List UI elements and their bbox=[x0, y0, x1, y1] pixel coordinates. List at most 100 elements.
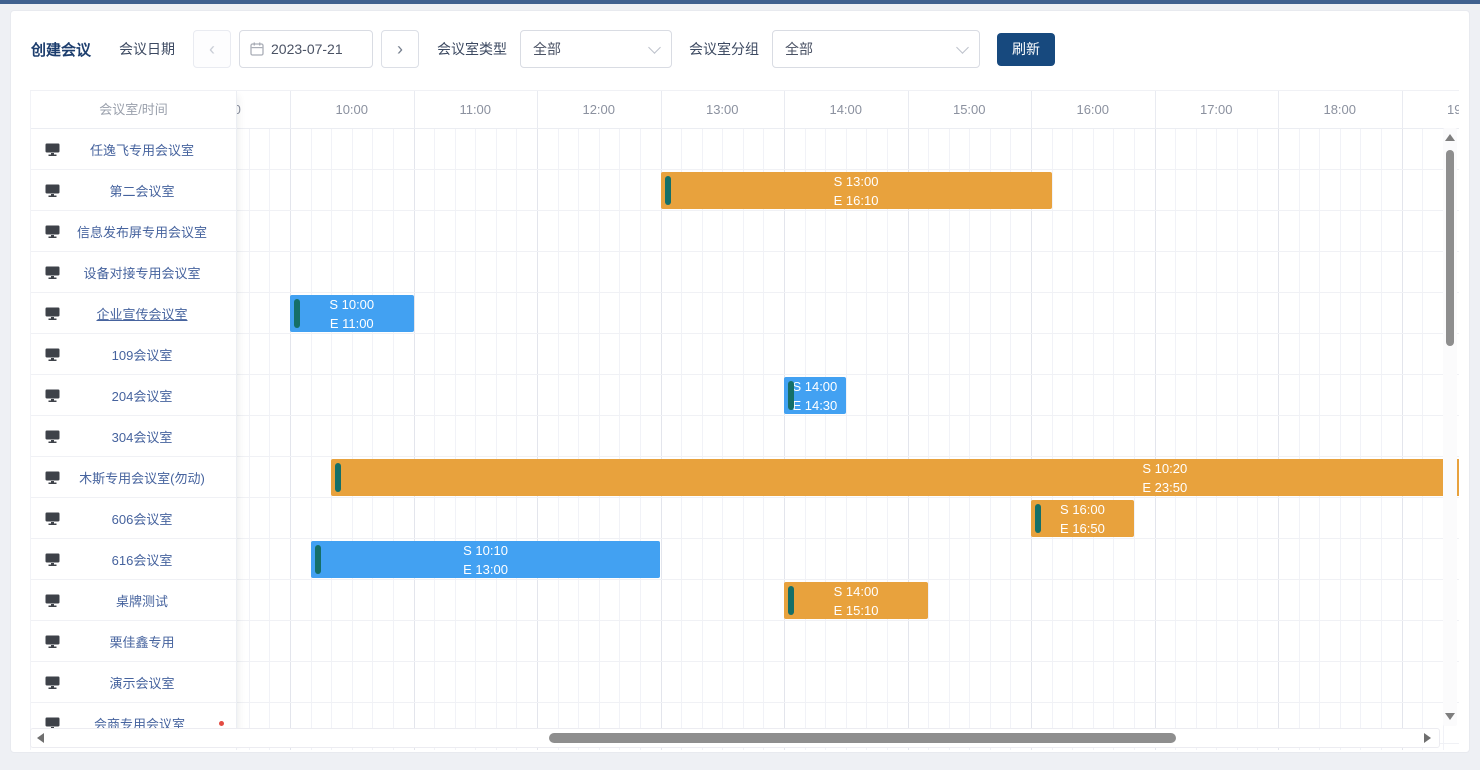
bar-end-time: E 13:00 bbox=[311, 560, 661, 579]
room-name-link[interactable]: 演示会议室 bbox=[60, 673, 224, 692]
calendar-icon bbox=[250, 42, 264, 56]
room-type-select[interactable]: 全部 bbox=[520, 30, 672, 68]
room-name-link[interactable]: 信息发布屏专用会议室 bbox=[60, 222, 224, 241]
meeting-bar[interactable]: S 16:00E 16:50 bbox=[1031, 500, 1134, 537]
meeting-bar[interactable]: S 14:00E 14:30 bbox=[784, 377, 846, 414]
chevron-left-icon: ‹ bbox=[209, 40, 215, 58]
monitor-icon bbox=[45, 594, 60, 607]
hour-divider-line bbox=[1155, 91, 1156, 128]
room-row: 第二会议室 bbox=[31, 170, 236, 211]
room-name-link[interactable]: 204会议室 bbox=[60, 386, 224, 405]
room-name-link[interactable]: 304会议室 bbox=[60, 427, 224, 446]
hour-divider-line bbox=[661, 91, 662, 128]
room-row: 616会议室 bbox=[31, 539, 236, 580]
timeline-row bbox=[30, 293, 1459, 334]
bar-end-time: E 23:50 bbox=[331, 478, 1459, 497]
room-name-link[interactable]: 木斯专用会议室(勿动) bbox=[60, 468, 224, 487]
room-row: 任逸飞专用会议室 bbox=[31, 129, 236, 170]
bar-resize-handle[interactable] bbox=[788, 586, 794, 615]
hour-divider-line bbox=[1402, 91, 1403, 128]
refresh-button[interactable]: 刷新 bbox=[997, 33, 1055, 66]
hour-divider-line bbox=[908, 91, 909, 128]
room-row: 204会议室 bbox=[31, 375, 236, 416]
horizontal-scroll-thumb[interactable] bbox=[549, 733, 1176, 743]
time-header-label: 11:00 bbox=[414, 91, 538, 129]
monitor-icon bbox=[45, 225, 60, 238]
toolbar: 创建会议 会议日期 ‹ 2023-07-21 › 会议室类型 全部 会议室分组 … bbox=[11, 11, 1469, 87]
corner-header: 会议室/时间 bbox=[31, 91, 236, 129]
time-header-label: 16:00 bbox=[1031, 91, 1155, 129]
meeting-bar[interactable]: S 14:00E 15:10 bbox=[784, 582, 928, 619]
monitor-icon bbox=[45, 348, 60, 361]
bar-end-time: E 16:10 bbox=[661, 191, 1052, 210]
monitor-icon bbox=[45, 512, 60, 525]
bar-start-time: S 13:00 bbox=[661, 172, 1052, 191]
bar-resize-handle[interactable] bbox=[1035, 504, 1041, 533]
room-row: 606会议室 bbox=[31, 498, 236, 539]
bar-end-time: E 16:50 bbox=[1031, 519, 1134, 538]
scroll-left-icon[interactable] bbox=[37, 733, 44, 743]
timeline-row bbox=[30, 129, 1459, 170]
bar-resize-handle[interactable] bbox=[335, 463, 341, 492]
top-accent-line bbox=[0, 0, 1480, 4]
room-name-link[interactable]: 任逸飞专用会议室 bbox=[60, 140, 224, 159]
timeline-row bbox=[30, 539, 1459, 580]
bar-resize-handle[interactable] bbox=[294, 299, 300, 328]
room-name-link[interactable]: 616会议室 bbox=[60, 550, 224, 569]
bar-resize-handle[interactable] bbox=[315, 545, 321, 574]
hour-divider-line bbox=[290, 91, 291, 128]
scroll-right-icon[interactable] bbox=[1424, 733, 1431, 743]
bar-resize-handle[interactable] bbox=[665, 176, 671, 205]
hour-divider-line bbox=[414, 91, 415, 128]
monitor-icon bbox=[45, 553, 60, 566]
timeline-row bbox=[30, 334, 1459, 375]
hour-divider-line bbox=[1278, 91, 1279, 128]
room-row: 109会议室 bbox=[31, 334, 236, 375]
meeting-bar[interactable]: S 10:20E 23:50 bbox=[331, 459, 1459, 496]
room-name-link[interactable]: 企业宣传会议室 bbox=[60, 304, 224, 323]
room-name-link[interactable]: 第二会议室 bbox=[60, 181, 224, 200]
bar-start-time: S 16:00 bbox=[1031, 500, 1134, 519]
monitor-icon bbox=[45, 266, 60, 279]
bar-end-time: E 15:10 bbox=[784, 601, 928, 620]
monitor-icon bbox=[45, 676, 60, 689]
prev-day-button[interactable]: ‹ bbox=[193, 30, 231, 68]
monitor-icon bbox=[45, 389, 60, 402]
time-header-label: 17:00 bbox=[1155, 91, 1279, 129]
room-name-link[interactable]: 栗佳鑫专用 bbox=[60, 632, 224, 651]
timeline-row bbox=[30, 498, 1459, 539]
room-row: 企业宣传会议室 bbox=[31, 293, 236, 334]
meeting-bar[interactable]: S 10:10E 13:00 bbox=[311, 541, 661, 578]
monitor-icon bbox=[45, 184, 60, 197]
room-name-link[interactable]: 桌牌测试 bbox=[60, 591, 224, 610]
vertical-scroll-thumb[interactable] bbox=[1446, 150, 1454, 346]
date-input[interactable]: 2023-07-21 bbox=[239, 30, 373, 68]
create-meeting-button[interactable]: 创建会议 bbox=[31, 39, 91, 60]
time-header-label: 18:00 bbox=[1278, 91, 1402, 129]
meeting-bar[interactable]: S 10:00E 11:00 bbox=[290, 295, 414, 332]
scroll-up-icon[interactable] bbox=[1445, 134, 1455, 141]
monitor-icon bbox=[45, 635, 60, 648]
chevron-down-icon bbox=[648, 41, 661, 54]
room-name-link[interactable]: 109会议室 bbox=[60, 345, 224, 364]
time-header-label: 12:00 bbox=[537, 91, 661, 129]
scroll-down-icon[interactable] bbox=[1445, 713, 1455, 720]
room-group-label: 会议室分组 bbox=[689, 39, 759, 59]
room-group-select[interactable]: 全部 bbox=[772, 30, 980, 68]
hour-divider-line bbox=[784, 91, 785, 128]
vertical-scrollbar[interactable] bbox=[1443, 128, 1457, 726]
bar-resize-handle[interactable] bbox=[788, 381, 794, 410]
hour-divider-line bbox=[1031, 91, 1032, 128]
horizontal-scrollbar[interactable] bbox=[30, 728, 1440, 748]
time-header-label: 15:00 bbox=[908, 91, 1032, 129]
monitor-icon bbox=[45, 307, 60, 320]
room-type-label: 会议室类型 bbox=[437, 39, 507, 59]
bar-start-time: S 10:00 bbox=[290, 295, 414, 314]
bar-end-time: E 11:00 bbox=[290, 314, 414, 333]
room-name-link[interactable]: 设备对接专用会议室 bbox=[60, 263, 224, 282]
next-day-button[interactable]: › bbox=[381, 30, 419, 68]
monitor-icon bbox=[45, 471, 60, 484]
meeting-bar[interactable]: S 13:00E 16:10 bbox=[661, 172, 1052, 209]
room-row: 栗佳鑫专用 bbox=[31, 621, 236, 662]
room-name-link[interactable]: 606会议室 bbox=[60, 509, 224, 528]
